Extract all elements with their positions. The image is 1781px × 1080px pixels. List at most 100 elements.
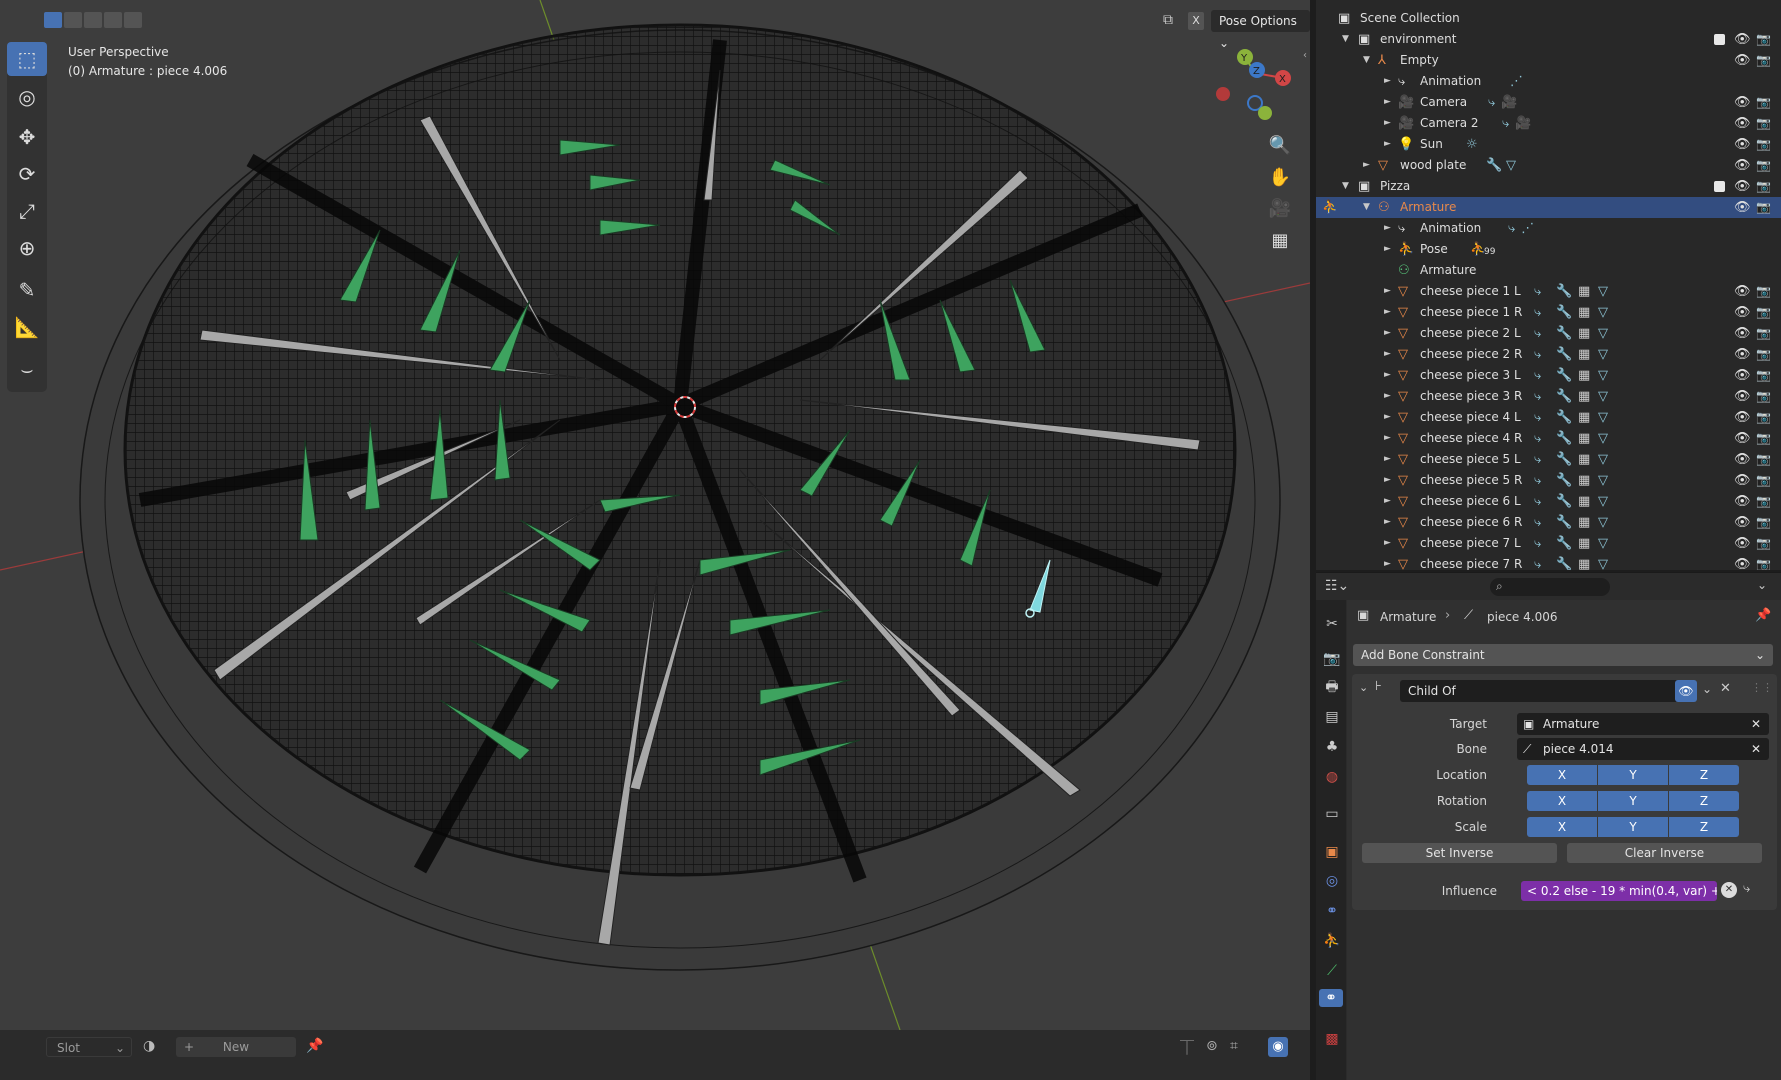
eye-icon[interactable]: 👁 <box>1734 470 1751 491</box>
outliner-row-environment[interactable]: ▼ ▣ environment 👁 📷 <box>1316 29 1781 50</box>
rotation-y-toggle[interactable]: Y <box>1598 791 1668 811</box>
render-camera-icon[interactable]: 📷 <box>1756 113 1771 134</box>
render-camera-icon[interactable]: 📷 <box>1756 365 1771 386</box>
outliner-row-sun[interactable]: ► 💡 Sun ☼ 👁 📷 <box>1316 134 1781 155</box>
render-camera-icon[interactable]: 📷 <box>1756 344 1771 365</box>
pose-options-dropdown[interactable]: Pose Options ⌄ <box>1211 10 1310 50</box>
expand-arrow-icon[interactable]: ► <box>1384 344 1391 365</box>
rotation-z-toggle[interactable]: Z <box>1669 791 1739 811</box>
ortho-grid-icon[interactable]: ▦ <box>1265 225 1295 255</box>
outliner-row-cheese-piece[interactable]: ► ▽ cheese piece 4 L ⤷ 🔧 ▦ ▽ 👁 📷 <box>1316 407 1781 428</box>
bone-tool[interactable]: ⌣ <box>7 352 47 386</box>
eye-icon[interactable]: 👁 <box>1734 155 1751 176</box>
eye-icon[interactable]: 👁 <box>1734 281 1751 302</box>
overlay-toggle-icon[interactable]: ◉ <box>1268 1037 1288 1057</box>
pose-mode-icon[interactable]: ⛹ <box>1322 197 1338 218</box>
outliner-row-cheese-piece[interactable]: ► ▽ cheese piece 5 L ⤷ 🔧 ▦ ▽ 👁 📷 <box>1316 449 1781 470</box>
expand-arrow-icon[interactable]: ► <box>1384 92 1391 113</box>
render-camera-icon[interactable]: 📷 <box>1756 512 1771 533</box>
sidebar-toggle-icon[interactable]: ‹ <box>1303 50 1307 61</box>
disable-influence-icon[interactable]: ✕ <box>1721 882 1737 898</box>
eye-icon[interactable]: 👁 <box>1734 365 1751 386</box>
delete-constraint-icon[interactable]: ✕ <box>1720 681 1731 696</box>
select-extend-icon[interactable] <box>64 12 82 28</box>
checkbox-icon[interactable] <box>1714 34 1725 45</box>
influence-driver-field[interactable]: < 0.2 else - 19 * min(0.4, var) + 6 <box>1521 881 1717 901</box>
rotation-x-toggle[interactable]: X <box>1527 791 1597 811</box>
scale-y-toggle[interactable]: Y <box>1598 817 1668 837</box>
location-x-toggle[interactable]: X <box>1527 765 1597 785</box>
expand-arrow-icon[interactable]: ▼ <box>1363 197 1370 218</box>
pin-icon[interactable]: 📌 <box>1755 608 1771 623</box>
outliner-row-cheese-piece[interactable]: ► ▽ cheese piece 7 L ⤷ 🔧 ▦ ▽ 👁 📷 <box>1316 533 1781 554</box>
outliner-row-cheese-piece[interactable]: ► ▽ cheese piece 4 R ⤷ 🔧 ▦ ▽ 👁 📷 <box>1316 428 1781 449</box>
expand-arrow-icon[interactable]: ► <box>1384 470 1391 491</box>
outliner-row-empty[interactable]: ▼ ⅄ Empty 👁 📷 <box>1316 50 1781 71</box>
render-camera-icon[interactable]: 📷 <box>1756 554 1771 570</box>
add-bone-constraint-dropdown[interactable]: Add Bone Constraint ⌄ <box>1353 644 1773 666</box>
snap-icon[interactable]: ⊚ <box>1206 1038 1218 1054</box>
eye-icon[interactable]: 👁 <box>1734 512 1751 533</box>
eye-icon[interactable]: 👁 <box>1734 50 1751 71</box>
eye-icon[interactable]: 👁 <box>1734 428 1751 449</box>
editor-type-icon[interactable]: ☷⌄ <box>1325 578 1349 594</box>
select-invert-icon[interactable] <box>104 12 122 28</box>
eye-icon[interactable]: 👁 <box>1734 449 1751 470</box>
new-material-button[interactable]: + New <box>176 1037 296 1057</box>
clear-inverse-button[interactable]: Clear Inverse <box>1567 843 1762 863</box>
expand-arrow-icon[interactable]: ► <box>1384 386 1391 407</box>
outliner-row-scene-collection[interactable]: ▣ Scene Collection <box>1316 8 1781 29</box>
outliner-row-cheese-piece[interactable]: ► ▽ cheese piece 5 R ⤷ 🔧 ▦ ▽ 👁 📷 <box>1316 470 1781 491</box>
cursor-tool[interactable]: ◎ <box>7 80 47 114</box>
render-camera-icon[interactable]: 📷 <box>1756 50 1771 71</box>
render-camera-icon[interactable]: 📷 <box>1756 470 1771 491</box>
mirror-icon[interactable]: ⧉ <box>1163 12 1173 28</box>
x-mirror-toggle[interactable]: X <box>1188 12 1204 30</box>
expand-arrow-icon[interactable]: ► <box>1384 533 1391 554</box>
properties-search-input[interactable]: ⌕ <box>1490 578 1610 596</box>
outliner-row-armature[interactable]: ⛹ ▼ ⚇ Armature 👁 📷 <box>1316 197 1781 218</box>
render-camera-icon[interactable]: 📷 <box>1756 428 1771 449</box>
annotate-tool[interactable]: ✎ <box>7 273 47 307</box>
object-constraint-tab-icon[interactable]: ⚭ <box>1323 902 1341 920</box>
eye-icon[interactable]: 👁 <box>1734 29 1751 50</box>
scene-tab-icon[interactable]: ♣ <box>1323 738 1341 756</box>
select-subtract-icon[interactable] <box>84 12 102 28</box>
scale-x-toggle[interactable]: X <box>1527 817 1597 837</box>
constraint-visibility-eye-icon[interactable]: 👁 <box>1675 680 1697 702</box>
outliner-row-armature-data[interactable]: ⚇ Armature <box>1316 260 1781 281</box>
render-tab-icon[interactable]: 📷 <box>1323 650 1341 668</box>
gizmo-neg-z-icon[interactable] <box>1247 95 1263 111</box>
bone-constraint-tab-icon[interactable]: ⚭ <box>1319 989 1343 1007</box>
expand-arrow-icon[interactable]: ► <box>1384 302 1391 323</box>
expand-arrow-icon[interactable]: ► <box>1384 428 1391 449</box>
render-camera-icon[interactable]: 📷 <box>1756 302 1771 323</box>
tool-tab-icon[interactable]: ✂ <box>1323 615 1341 633</box>
location-z-toggle[interactable]: Z <box>1669 765 1739 785</box>
render-camera-icon[interactable]: 📷 <box>1756 29 1771 50</box>
outliner[interactable]: ▣ Scene Collection ▼ ▣ environment 👁 📷 ▼ … <box>1316 0 1781 570</box>
outliner-row-camera[interactable]: ► 🎥 Camera ⤷🎥 👁 📷 <box>1316 92 1781 113</box>
gizmo-neg-x-icon[interactable] <box>1216 87 1230 101</box>
expand-arrow-icon[interactable]: ► <box>1363 155 1370 176</box>
eye-icon[interactable]: 👁 <box>1734 323 1751 344</box>
bone-field[interactable]: ⟋ piece 4.014 ✕ <box>1517 738 1769 760</box>
render-camera-icon[interactable]: 📷 <box>1756 491 1771 512</box>
render-camera-icon[interactable]: 📷 <box>1756 197 1771 218</box>
render-camera-icon[interactable]: 📷 <box>1756 323 1771 344</box>
render-camera-icon[interactable]: 📷 <box>1756 407 1771 428</box>
gizmo-neg-y-icon[interactable] <box>1258 106 1272 120</box>
transform-tool[interactable]: ⊕ <box>7 231 47 265</box>
eye-icon[interactable]: 👁 <box>1734 113 1751 134</box>
move-tool[interactable]: ✥ <box>7 120 47 154</box>
select-new-icon[interactable] <box>44 12 62 28</box>
location-y-toggle[interactable]: Y <box>1598 765 1668 785</box>
eye-icon[interactable]: 👁 <box>1734 134 1751 155</box>
expand-arrow-icon[interactable]: ► <box>1384 113 1391 134</box>
pan-hand-icon[interactable]: ✋ <box>1265 162 1295 192</box>
select-mode-group[interactable] <box>44 12 142 28</box>
chevron-down-icon[interactable]: ⌄ <box>1757 578 1767 592</box>
eye-icon[interactable]: 👁 <box>1734 176 1751 197</box>
eye-icon[interactable]: 👁 <box>1734 344 1751 365</box>
render-camera-icon[interactable]: 📷 <box>1756 281 1771 302</box>
